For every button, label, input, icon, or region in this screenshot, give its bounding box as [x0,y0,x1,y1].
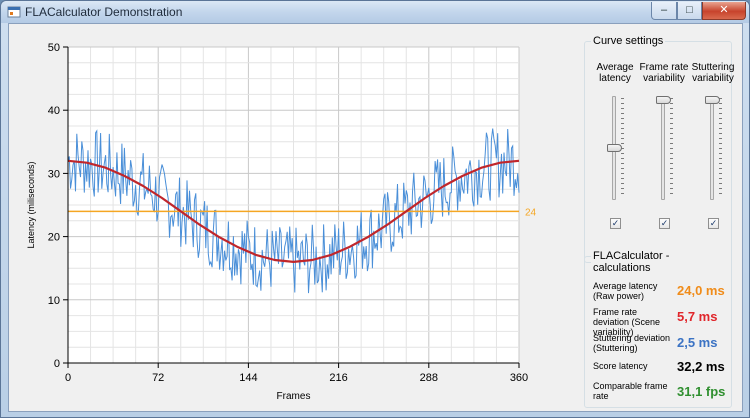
slider-ticks [719,98,722,198]
frame-rate-variability-slider[interactable] [656,94,678,206]
curve-settings-group: Curve settings Average latency Frame rat… [584,35,734,263]
frame-rate-variability-checkbox[interactable]: ✓ [659,218,670,229]
stuttering-deviation-label: Stuttering deviation (Stuttering) [593,333,671,353]
slider-thumb[interactable] [656,96,671,104]
slider-track [661,96,665,200]
slider-thumb[interactable] [607,144,622,152]
x-tick-label: 216 [329,372,347,384]
score-latency-value: 32,2 ms [677,359,725,374]
y-tick-label: 20 [48,232,60,244]
close-button[interactable]: ✕ [702,2,746,20]
stuttering-deviation-value: 2,5 ms [677,335,718,350]
x-tick-label: 144 [239,372,257,384]
score-latency-label: Score latency [593,361,648,371]
average-latency-line-label: 24 [525,207,537,218]
frame-rate-deviation-value: 5,7 ms [677,309,718,324]
slider-track [710,96,714,200]
average-latency-result-label: Average latency (Raw power) [593,281,658,301]
stuttering-variability-label: Stuttering variability [691,62,735,84]
minimize-button[interactable]: – [651,2,677,20]
slider-ticks [670,98,673,198]
latency-chart: 24 0 72 144 216 288 360 0 10 20 30 40 50 Frames Latenc… [26,42,537,402]
average-latency-checkbox[interactable]: ✓ [610,218,621,229]
y-tick-label: 40 [48,105,60,117]
client-area: 24 0 72 144 216 288 360 0 10 20 30 40 50 Frames Latenc… [8,23,743,412]
x-tick-label: 288 [420,372,438,384]
average-latency-label: Average latency [596,62,634,84]
comparable-frame-rate-value: 31,1 fps [677,384,726,399]
frame-rate-variability-label: Frame rate variability [639,62,689,84]
calculations-group: FLACalculator - calculations Average lat… [584,250,732,408]
average-latency-result-value: 24,0 ms [677,283,725,298]
stuttering-variability-checkbox[interactable]: ✓ [708,218,719,229]
title-bar[interactable]: FLACalculator Demonstration – □ ✕ [1,1,749,23]
y-tick-label: 50 [48,42,60,54]
x-tick-label: 360 [510,372,528,384]
slider-thumb[interactable] [705,96,720,104]
stuttering-variability-slider[interactable] [705,94,727,206]
calculations-title: FLACalculator - calculations [591,250,731,274]
curve-settings-title: Curve settings [591,35,666,47]
x-tick-label: 0 [65,372,71,384]
window-title: FLACalculator Demonstration [25,5,183,19]
comparable-frame-rate-label: Comparable frame rate [593,381,668,401]
y-tick-label: 30 [48,168,60,180]
y-tick-label: 10 [48,295,60,307]
y-axis-label: Latency (miliseconds) [26,161,36,248]
x-axis-label: Frames [277,391,311,402]
app-icon [7,6,21,18]
maximize-button[interactable]: □ [677,2,702,20]
y-tick-label: 0 [54,358,60,370]
x-tick-label: 72 [152,372,164,384]
app-window: FLACalculator Demonstration – □ ✕ 24 0 72 1… [0,0,750,418]
average-latency-slider[interactable] [607,94,629,206]
